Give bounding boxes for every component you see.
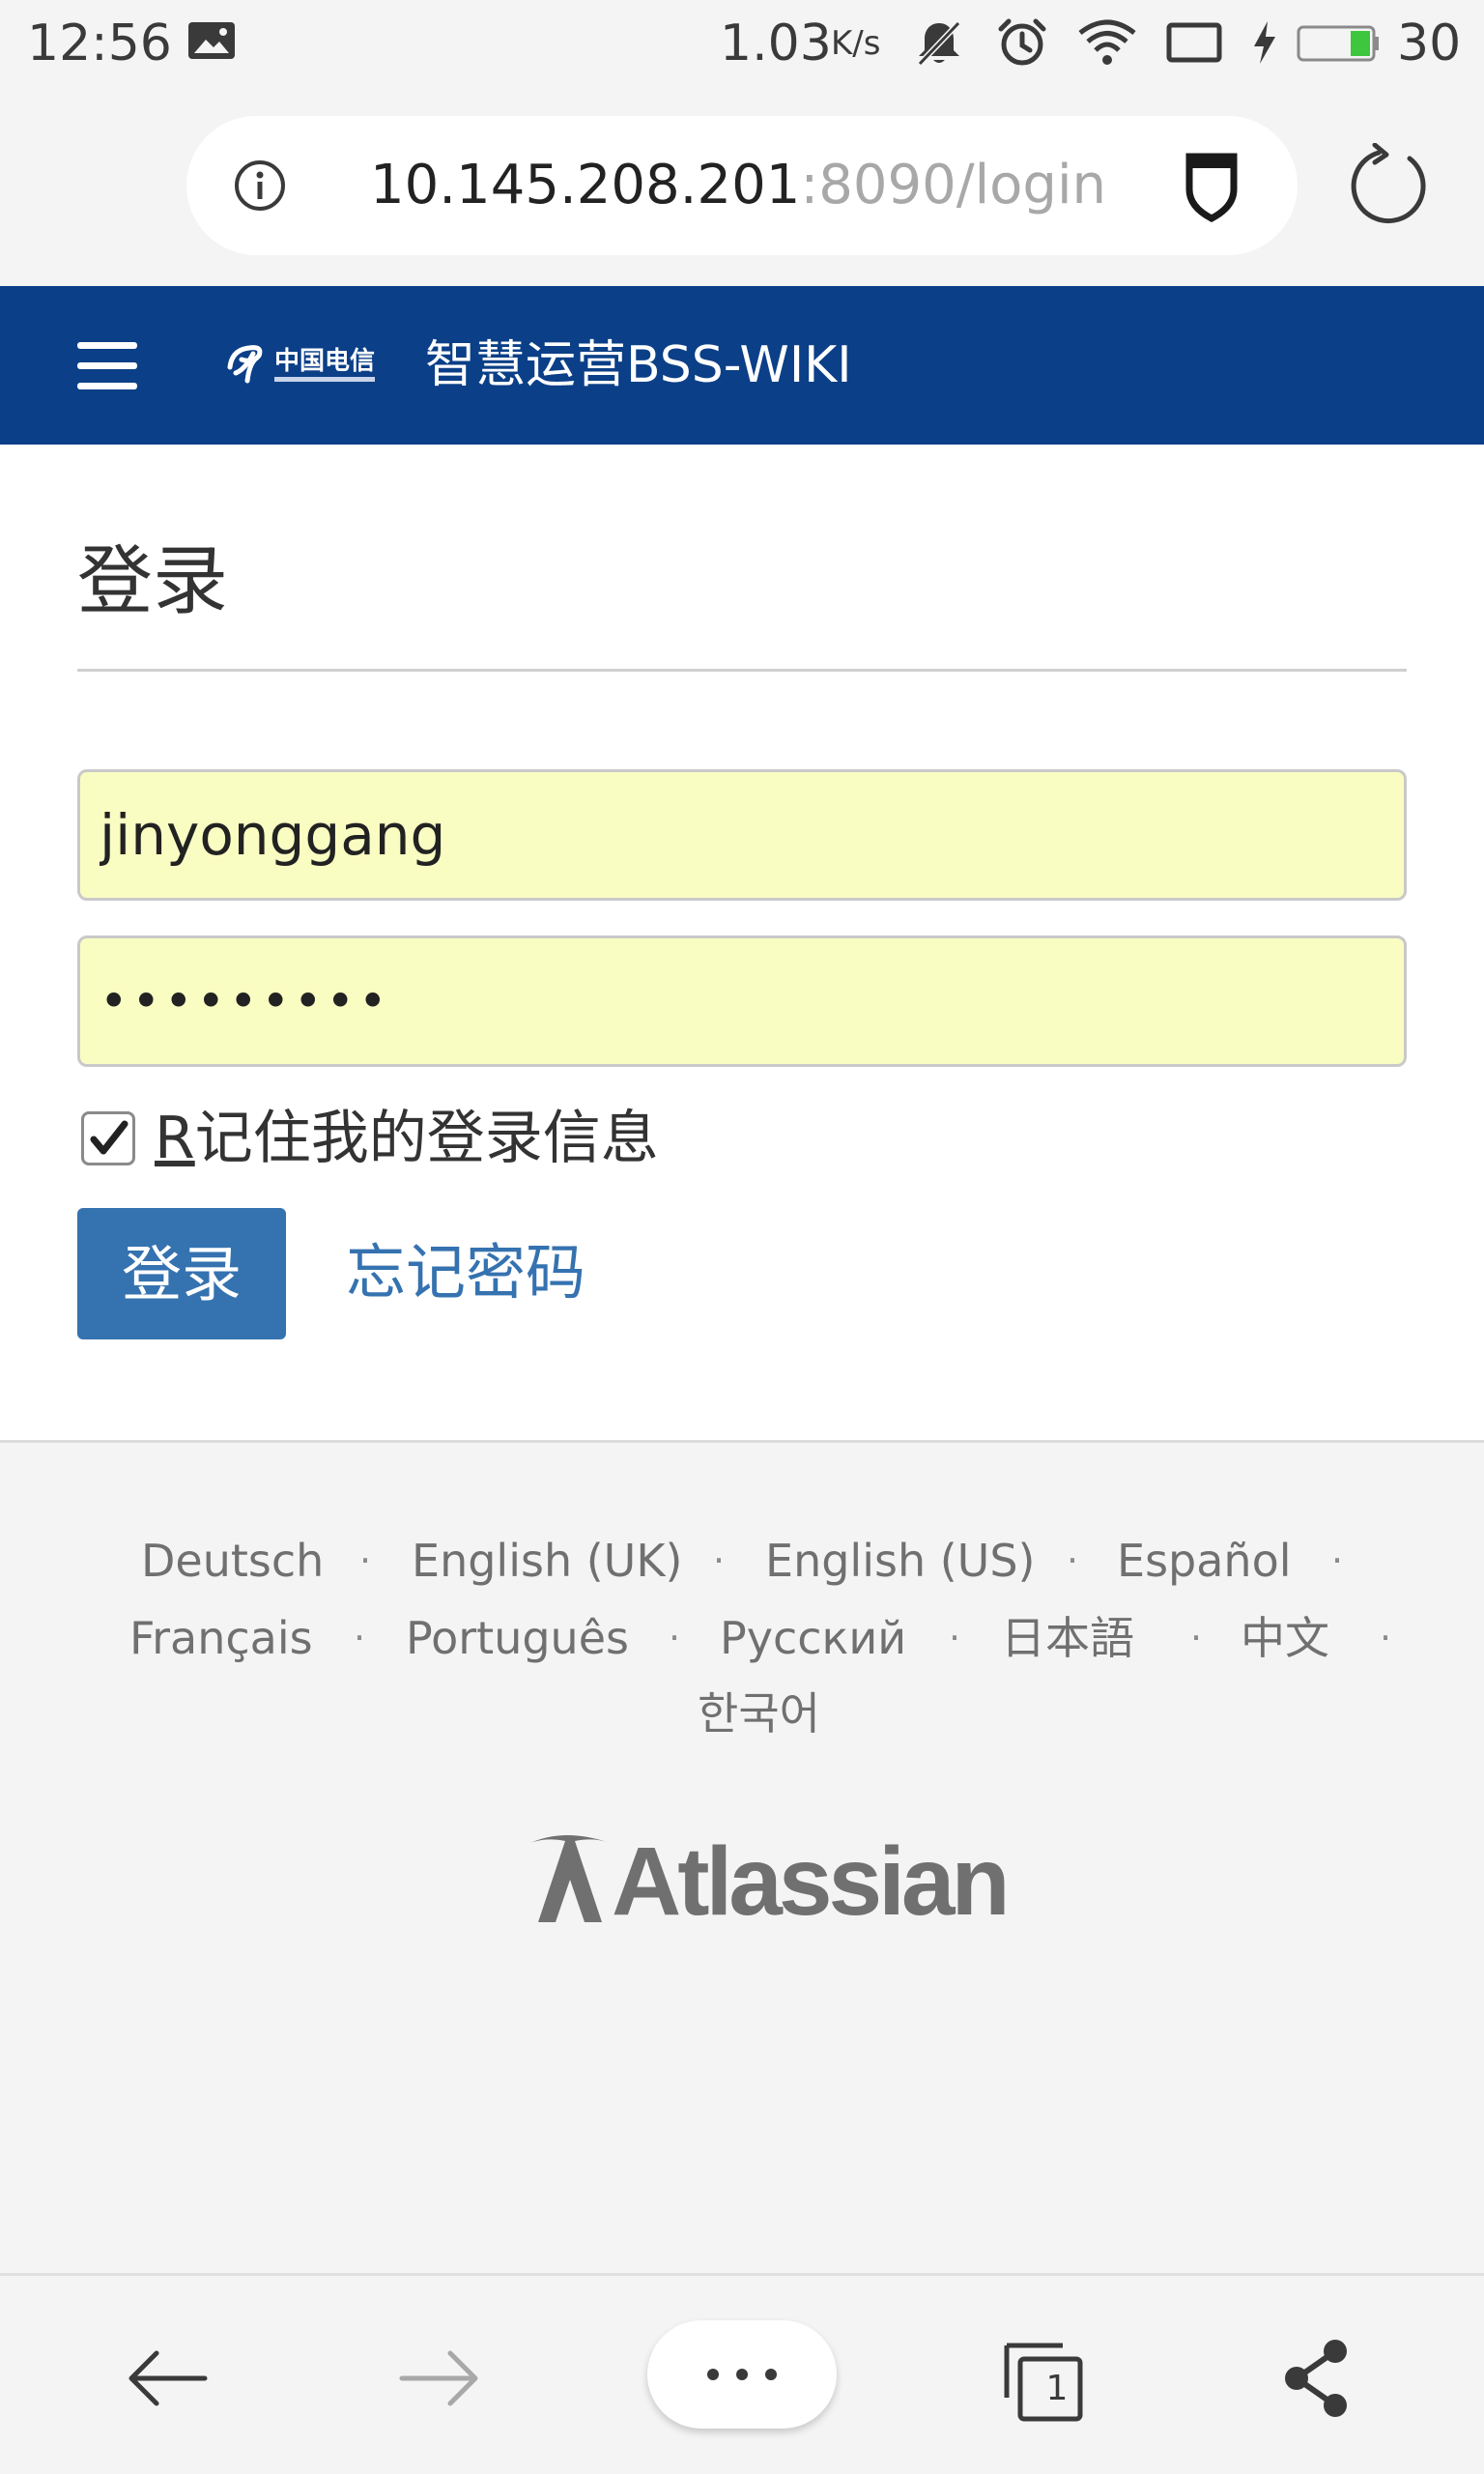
charging-icon (1254, 21, 1275, 64)
mute-bell-icon (917, 20, 961, 67)
lang-russian[interactable]: Русский (720, 1609, 906, 1667)
tab-count: 1 (1045, 2369, 1069, 2408)
forward-arrow-icon[interactable] (396, 2330, 483, 2427)
hamburger-menu-icon[interactable] (75, 334, 139, 396)
lang-separator: · (1190, 1617, 1203, 1659)
lang-english-uk[interactable]: English (UK) (412, 1532, 682, 1590)
footer: Deutsch · English (UK) · English (US) · … (0, 1443, 1484, 2274)
status-bar: 12:56 1.03 K/s 30 (0, 0, 1484, 87)
more-dots-icon (707, 2369, 777, 2380)
network-speed: 1.03 (720, 14, 832, 72)
lang-separator: · (949, 1617, 961, 1659)
wifi-icon (1078, 19, 1136, 65)
forgot-password-link[interactable]: 忘记密码 (346, 1229, 585, 1316)
lang-deutsch[interactable]: Deutsch (141, 1532, 324, 1590)
svg-text:中国电信: 中国电信 (274, 347, 375, 376)
lang-separator: · (713, 1539, 726, 1582)
lang-separator: · (1067, 1539, 1079, 1582)
remember-label-text: 记住我的登录信息 (194, 1105, 659, 1172)
shield-icon[interactable] (1182, 151, 1241, 222)
lang-francais[interactable]: Français (129, 1609, 313, 1667)
remember-me-label[interactable]: R记住我的登录信息 (155, 1104, 659, 1173)
browser-bottom-nav: 1 (0, 2273, 1484, 2474)
battery-icon (1297, 25, 1379, 62)
lang-separator: · (359, 1539, 372, 1582)
atlassian-mark-icon (530, 1835, 610, 1922)
atlassian-wordmark: Atlassian (612, 1827, 1011, 1936)
lang-separator: · (1331, 1539, 1344, 1582)
info-icon[interactable] (233, 158, 287, 213)
password-mask: ••••••••• (100, 973, 391, 1029)
title-divider (77, 669, 1407, 672)
address-bar[interactable]: 10.145.208.201:8090/login (186, 116, 1298, 255)
share-icon[interactable] (1273, 2330, 1360, 2427)
url-host: 10.145.208.201 (370, 154, 801, 216)
lang-separator: · (1380, 1617, 1392, 1659)
url-path: :8090/login (800, 154, 1106, 216)
site-header: 中国电信 智慧运营BSS-WIKI (0, 286, 1484, 445)
status-time: 12:56 (27, 14, 172, 72)
china-telecom-logo-icon: 中国电信 (227, 345, 375, 384)
site-title[interactable]: 智慧运营BSS-WIKI (425, 325, 852, 406)
page-title: 登录 (77, 538, 229, 625)
username-input[interactable] (77, 769, 1407, 901)
tabs-button[interactable]: 1 (1001, 2330, 1088, 2427)
network-speed-unit: K/s (831, 24, 881, 63)
remember-me-checkbox[interactable] (81, 1111, 135, 1165)
atlassian-logo[interactable]: Atlassian (527, 1829, 1011, 1934)
reload-icon[interactable] (1346, 143, 1433, 230)
lang-separator: · (669, 1617, 681, 1659)
lang-espanol[interactable]: Español (1117, 1532, 1292, 1590)
screen-cast-icon (1166, 22, 1222, 63)
login-button[interactable]: 登录 (77, 1208, 286, 1339)
lang-chinese[interactable]: 中文 (1241, 1609, 1329, 1667)
image-notification-icon (188, 22, 235, 59)
url-text[interactable]: 10.145.208.201:8090/login (370, 151, 1106, 220)
password-input[interactable]: ••••••••• (77, 935, 1407, 1067)
battery-percent: 30 (1397, 14, 1462, 72)
lang-separator: · (354, 1617, 366, 1659)
login-panel: 登录 ••••••••• R记住我的登录信息 登录 忘记密码 (0, 445, 1484, 1443)
browser-toolbar: 10.145.208.201:8090/login (0, 87, 1484, 286)
lang-japanese[interactable]: 日本語 (1001, 1609, 1134, 1667)
back-arrow-icon[interactable] (124, 2330, 211, 2427)
china-telecom-logo[interactable]: 中国电信 (224, 334, 379, 396)
lang-portugues[interactable]: Português (406, 1609, 629, 1667)
remember-accel-key: R (155, 1105, 195, 1172)
more-menu-button[interactable] (647, 2320, 837, 2429)
alarm-icon (998, 18, 1046, 66)
checkmark-icon (90, 1120, 128, 1155)
lang-english-us[interactable]: English (US) (765, 1532, 1035, 1590)
lang-korean[interactable]: 한국어 (698, 1684, 820, 1742)
